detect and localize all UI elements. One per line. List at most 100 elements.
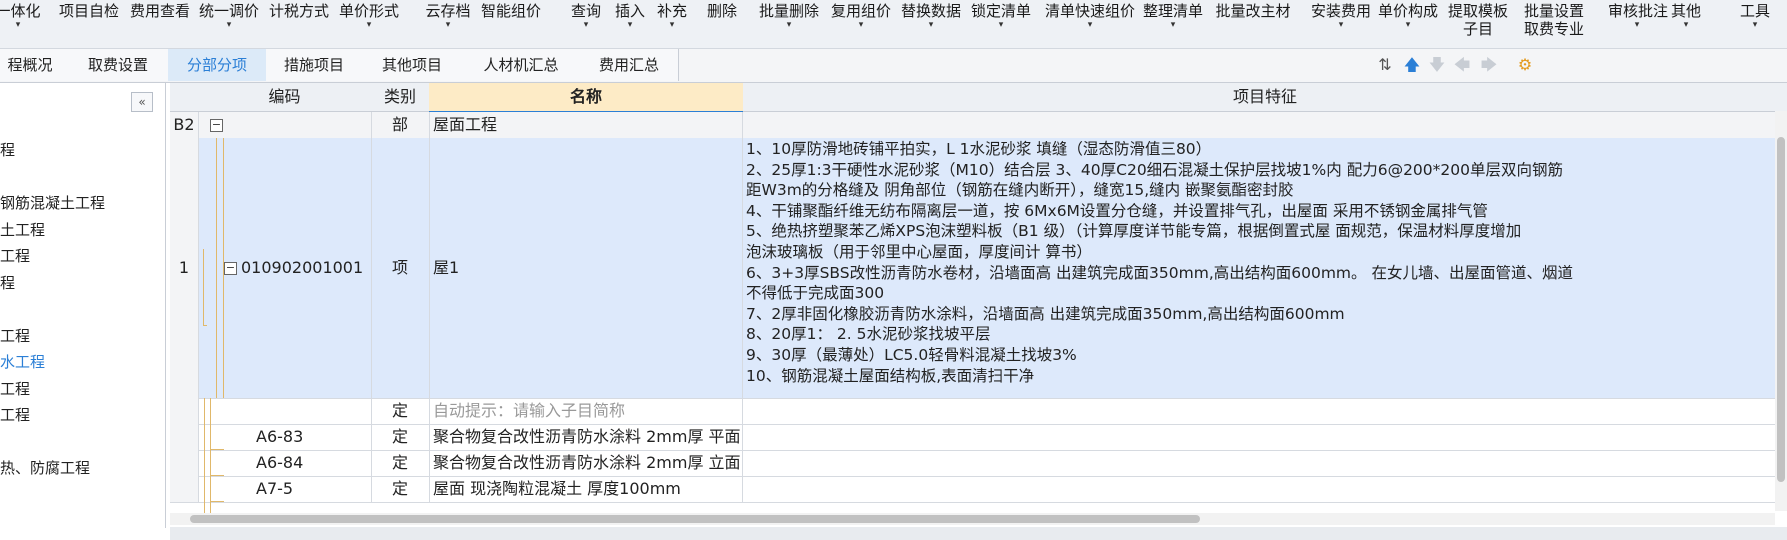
type-cell[interactable]: 定: [371, 476, 430, 502]
chevron-down-icon[interactable]: ▾: [828, 20, 894, 30]
toolbar-button-13[interactable]: 复用组价 ▾: [828, 0, 894, 48]
toolbar-button-11[interactable]: 删除: [704, 0, 740, 48]
feature-cell[interactable]: [743, 424, 1787, 450]
collapse-tree-button[interactable]: «: [131, 92, 153, 112]
row-number-cell[interactable]: [170, 476, 199, 502]
toolbar-button-20[interactable]: 单价构成 ▾: [1375, 0, 1441, 48]
toolbar-button-22[interactable]: 批量设置 取费专业: [1518, 0, 1590, 48]
chevron-down-icon[interactable]: ▾: [1308, 20, 1374, 30]
chevron-down-icon[interactable]: ▾: [654, 20, 690, 30]
chevron-down-icon[interactable]: ▾: [1733, 20, 1777, 30]
table-row[interactable]: A6-84 定聚合物复合改性沥青防水涂料 2mm厚 立面: [170, 450, 1787, 477]
toolbar-button-6[interactable]: 云存档 ▾: [422, 0, 474, 48]
toolbar-button-1[interactable]: 项目自检: [56, 0, 122, 48]
move-up-icon[interactable]: 🡅: [1402, 55, 1422, 75]
toolbar-button-19[interactable]: 安装费用 ▾: [1308, 0, 1374, 48]
chevron-down-icon[interactable]: ▾: [612, 20, 648, 30]
toolbar-button-5[interactable]: 单价形式 ▾: [336, 0, 402, 48]
toolbar-button-25[interactable]: 工具 ▾: [1733, 0, 1777, 48]
chevron-down-icon[interactable]: ▾: [1375, 20, 1441, 30]
row-number-cell[interactable]: 1: [170, 138, 199, 398]
tab-0[interactable]: 程概况: [0, 49, 69, 81]
row-number-cell[interactable]: [170, 450, 199, 476]
toolbar-button-18[interactable]: 批量改主材: [1210, 0, 1296, 48]
type-cell[interactable]: 项: [371, 138, 430, 398]
tree-item[interactable]: 程: [0, 139, 15, 160]
toolbar-button-15[interactable]: 锁定清单 ▾: [968, 0, 1034, 48]
type-cell[interactable]: 定: [371, 424, 430, 450]
vertical-scrollbar[interactable]: [1775, 111, 1787, 511]
tab-5[interactable]: 人材机汇总: [462, 49, 581, 81]
code-cell[interactable]: −010902001001: [198, 138, 372, 398]
tree-item[interactable]: 程: [0, 272, 15, 293]
header-code[interactable]: 编码: [198, 83, 372, 112]
code-cell[interactable]: A6-84: [198, 450, 372, 476]
toolbar-button-4[interactable]: 计税方式: [266, 0, 332, 48]
row-number-cell[interactable]: [170, 398, 199, 424]
toolbar-button-14[interactable]: 替换数据 ▾: [898, 0, 964, 48]
tree-item[interactable]: 工程: [0, 245, 30, 266]
toolbar-button-0[interactable]: 一体化 ▾: [0, 0, 44, 48]
move-down-icon[interactable]: 🡇: [1427, 55, 1447, 75]
toolbar-button-2[interactable]: 费用查看: [128, 0, 192, 48]
sort-icon[interactable]: ⇅: [1375, 55, 1395, 75]
chevron-down-icon[interactable]: ▾: [1045, 20, 1135, 30]
header-feature[interactable]: 项目特征: [743, 83, 1787, 112]
table-row[interactable]: 定自动提示：请输入子目简称: [170, 398, 1787, 425]
table-row[interactable]: A6-83 定聚合物复合改性沥青防水涂料 2mm厚 平面: [170, 424, 1787, 451]
name-cell[interactable]: 聚合物复合改性沥青防水涂料 2mm厚 平面: [429, 424, 743, 450]
toolbar-button-10[interactable]: 补充 ▾: [654, 0, 690, 48]
chevron-down-icon[interactable]: ▾: [1666, 20, 1706, 30]
toolbar-button-23[interactable]: 审核批注 ▾: [1608, 0, 1668, 48]
tab-6[interactable]: 费用汇总: [580, 49, 679, 81]
toolbar-button-9[interactable]: 插入 ▾: [612, 0, 648, 48]
type-cell[interactable]: 定: [371, 398, 430, 424]
feature-cell[interactable]: [743, 398, 1787, 424]
feature-cell[interactable]: [743, 476, 1787, 502]
feature-cell[interactable]: [743, 112, 1787, 138]
row-number-cell[interactable]: B2: [170, 112, 199, 138]
collapse-node-icon[interactable]: −: [224, 262, 237, 275]
toolbar-button-16[interactable]: 清单快速组价 ▾: [1045, 0, 1135, 48]
chevron-down-icon[interactable]: ▾: [568, 20, 604, 30]
chevron-down-icon[interactable]: ▾: [1608, 20, 1666, 30]
name-cell[interactable]: 屋面 现浇陶粒混凝土 厚度100mm: [429, 476, 743, 502]
move-left-icon[interactable]: 🡄: [1452, 55, 1472, 75]
tree-item[interactable]: 土工程: [0, 219, 45, 240]
horizontal-scroll-thumb[interactable]: [190, 515, 1200, 523]
tree-item[interactable]: 工程: [0, 378, 30, 399]
settings-icon[interactable]: ⚙: [1515, 55, 1535, 75]
tab-3[interactable]: 措施项目: [266, 49, 363, 81]
row-number-cell[interactable]: [170, 424, 199, 450]
tree-item[interactable]: 热、防腐工程: [0, 457, 90, 478]
tree-item[interactable]: 水工程: [0, 351, 45, 372]
toolbar-button-8[interactable]: 查询 ▾: [568, 0, 604, 48]
chevron-down-icon[interactable]: ▾: [968, 20, 1034, 30]
table-row[interactable]: A7-5 定屋面 现浇陶粒混凝土 厚度100mm: [170, 476, 1787, 503]
name-cell[interactable]: 自动提示：请输入子目简称: [429, 398, 743, 424]
vertical-scroll-thumb[interactable]: [1777, 137, 1785, 482]
feature-cell[interactable]: 1、10厚防滑地砖铺平拍实，L 1水泥砂浆 填缝（湿态防滑值三80） 2、25厚1…: [743, 138, 1787, 398]
feature-cell[interactable]: [743, 450, 1787, 476]
table-row-selected[interactable]: 1−010902001001 项屋1 1、10厚防滑地砖铺平拍实，L 1水泥砂浆 填…: [170, 138, 1787, 399]
toolbar-button-3[interactable]: 统一调价 ▾: [196, 0, 262, 48]
code-cell[interactable]: A6-83: [198, 424, 372, 450]
name-cell[interactable]: 屋面工程: [429, 112, 743, 138]
name-cell[interactable]: 屋1: [429, 138, 743, 398]
toolbar-button-24[interactable]: 其他 ▾: [1666, 0, 1706, 48]
toolbar-button-21[interactable]: 提取模板 子目: [1445, 0, 1511, 48]
toolbar-button-7[interactable]: 智能组价: [478, 0, 544, 48]
chevron-down-icon[interactable]: ▾: [336, 20, 402, 30]
tree-item[interactable]: 工程: [0, 404, 30, 425]
tab-2[interactable]: 分部分项: [168, 49, 267, 81]
chevron-down-icon[interactable]: ▾: [1140, 20, 1206, 30]
chevron-down-icon[interactable]: ▾: [898, 20, 964, 30]
header-type[interactable]: 类别: [371, 83, 430, 112]
table-row[interactable]: B2− 部屋面工程: [170, 112, 1787, 139]
chevron-down-icon[interactable]: ▾: [422, 20, 474, 30]
chevron-down-icon[interactable]: ▾: [756, 20, 822, 30]
tree-item[interactable]: 工程: [0, 325, 30, 346]
chevron-down-icon[interactable]: ▾: [0, 20, 44, 30]
code-cell[interactable]: A7-5: [198, 476, 372, 502]
chevron-down-icon[interactable]: ▾: [196, 20, 262, 30]
